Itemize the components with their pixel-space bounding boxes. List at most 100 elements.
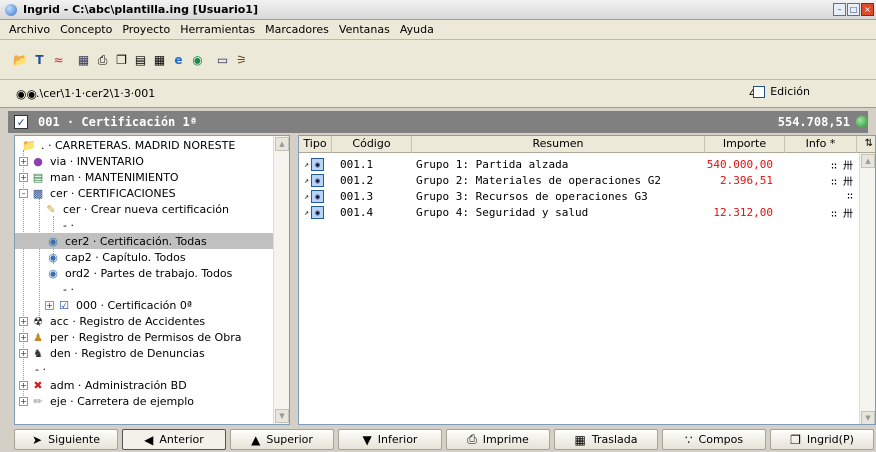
- scroll-down-icon[interactable]: ▼: [861, 411, 875, 424]
- grid-icon[interactable]: ▦: [151, 51, 168, 68]
- menu-marcadores[interactable]: Marcadores: [260, 23, 334, 36]
- pencil-icon: ✏: [33, 394, 43, 408]
- tree-scrollbar[interactable]: ▲ ▼: [273, 136, 289, 424]
- book-icon: ▤: [32, 170, 44, 184]
- tree-item-eje[interactable]: + ✏ eje · Carretera de ejemplo: [19, 393, 194, 409]
- expand-icon[interactable]: +: [45, 300, 54, 310]
- superior-button[interactable]: ▲ Superior: [230, 429, 334, 450]
- maximize-button[interactable]: □: [847, 3, 860, 16]
- screen-icon[interactable]: ▭: [214, 51, 231, 68]
- scroll-up-icon[interactable]: ▲: [861, 154, 875, 168]
- expand-icon[interactable]: +: [19, 380, 28, 390]
- items-table: Tipo Código Resumen Importe Info * ⇅ ↗ ◉…: [298, 135, 876, 425]
- col-tipo[interactable]: Tipo: [299, 136, 332, 153]
- tree-item-000[interactable]: + ☑ 000 · Certificación 0ª: [45, 297, 192, 313]
- text-style-icon[interactable]: T: [31, 51, 48, 68]
- ie-icon[interactable]: e: [170, 51, 187, 68]
- arrow-down-icon: ▼: [362, 432, 372, 447]
- scroll-up-icon[interactable]: ▲: [275, 137, 289, 151]
- menu-ayuda[interactable]: Ayuda: [395, 23, 439, 36]
- table-row[interactable]: ↗ ◉ 001.3 Grupo 3: Recursos de operacion…: [299, 188, 875, 204]
- app-icon: [5, 3, 17, 16]
- tree-icon[interactable]: ▦: [75, 51, 92, 68]
- rainbow-icon[interactable]: ≈: [50, 51, 67, 68]
- layout-icon[interactable]: ▤: [132, 51, 149, 68]
- tree-item-ord2[interactable]: ◉ ord2 · Partes de trabajo. Todos: [45, 265, 232, 281]
- tree-item-per[interactable]: + ♟ per · Registro de Permisos de Obra: [19, 329, 241, 345]
- tree-item-adm[interactable]: + ✖ adm · Administración BD: [19, 377, 187, 393]
- tree-item-den[interactable]: + ♞ den · Registro de Denuncias: [19, 345, 205, 361]
- menu-ventanas[interactable]: Ventanas: [334, 23, 395, 36]
- col-info[interactable]: Info *: [785, 136, 857, 153]
- collapse-icon[interactable]: –: [19, 188, 28, 198]
- info-icons[interactable]: ∷ 卅: [785, 173, 857, 188]
- expand-icon[interactable]: +: [19, 172, 28, 182]
- compos-button[interactable]: ∵ Compos: [662, 429, 766, 450]
- edicion-checkbox[interactable]: [753, 85, 766, 98]
- transfer-icon: ▦: [574, 432, 586, 447]
- globe-icon[interactable]: ◉: [189, 51, 206, 68]
- binoculars-icon[interactable]: ◉◉: [16, 87, 37, 101]
- link-arrow-icon: ↗: [304, 175, 309, 185]
- certification-header: ✓ 001 · Certificación 1ª 554.708,51: [8, 111, 868, 133]
- expand-icon[interactable]: +: [19, 332, 28, 342]
- tree-item-root[interactable]: 📁 . · CARRETERAS. MADRID NORESTE: [21, 137, 235, 153]
- tree-item-separator: - ·: [35, 362, 46, 376]
- table-header: Tipo Código Resumen Importe Info *: [299, 136, 875, 153]
- expand-icon[interactable]: +: [19, 348, 28, 358]
- col-importe[interactable]: Importe: [705, 136, 785, 153]
- globe-status-icon[interactable]: [856, 116, 868, 128]
- menu-concepto[interactable]: Concepto: [55, 23, 117, 36]
- view-icon: ◉: [48, 266, 58, 280]
- arrow-right-icon: ➤: [32, 432, 43, 447]
- tree-item-cer[interactable]: – ▩ cer · CERTIFICACIONES: [19, 185, 176, 201]
- info-icons[interactable]: ∷: [785, 191, 857, 202]
- col-resumen[interactable]: Resumen: [412, 136, 705, 153]
- menu-archivo[interactable]: Archivo: [4, 23, 55, 36]
- tree-item-cer-new[interactable]: ✎ cer · Crear nueva certificación: [43, 201, 229, 217]
- tree-item-man[interactable]: + ▤ man · MANTENIMIENTO: [19, 169, 179, 185]
- current-path: .\cer\1·1·cer2\1·3·001: [36, 87, 156, 100]
- minimize-button[interactable]: –: [833, 3, 846, 16]
- menu-proyecto[interactable]: Proyecto: [117, 23, 175, 36]
- edicion-toggle[interactable]: Edición: [753, 85, 810, 98]
- expand-icon[interactable]: +: [19, 156, 28, 166]
- link-arrow-icon: ↗: [304, 159, 309, 169]
- traslada-button[interactable]: ▦ Traslada: [554, 429, 658, 450]
- open-folder-icon[interactable]: 📂: [12, 51, 29, 68]
- copy-icon[interactable]: ❐: [113, 51, 130, 68]
- new-doc-icon: ✎: [46, 202, 56, 216]
- header-total: 554.708,51: [777, 115, 850, 129]
- edicion-label: Edición: [770, 85, 810, 98]
- table-scrollbar[interactable]: ▲ ▼: [859, 153, 875, 424]
- column-settings-icon[interactable]: ⇅: [865, 138, 873, 149]
- siguiente-button[interactable]: ➤ Siguiente: [14, 429, 118, 450]
- imprime-button[interactable]: ⎙ Imprime: [446, 429, 550, 450]
- hazard-icon: ☢: [33, 314, 43, 328]
- tree-item-acc[interactable]: + ☢ acc · Registro de Accidentes: [19, 313, 205, 329]
- tree-item-via[interactable]: + ● via · INVENTARIO: [19, 153, 144, 169]
- expand-icon[interactable]: +: [19, 396, 28, 406]
- print-icon[interactable]: ⎙: [94, 51, 111, 68]
- expand-icon[interactable]: +: [19, 316, 28, 326]
- crowd-icon: ♞: [33, 346, 43, 360]
- tree-item-separator: - ·: [63, 218, 74, 232]
- info-icons[interactable]: ∷ 卅: [785, 205, 857, 220]
- inferior-button[interactable]: ▼ Inferior: [338, 429, 442, 450]
- info-icons[interactable]: ∷ 卅: [785, 157, 857, 172]
- tree-item-cap2[interactable]: ◉ cap2 · Capítulo. Todos: [45, 249, 185, 265]
- bottom-toolbar: ➤ Siguiente ◀ Anterior ▲ Superior ▼ Infe…: [0, 427, 876, 452]
- tree-item-cer2[interactable]: ◉ cer2 · Certificación. Todas: [15, 233, 273, 249]
- window-controls: – □ ×: [833, 3, 874, 16]
- plugin-icon[interactable]: ⚞: [233, 51, 250, 68]
- col-codigo[interactable]: Código: [332, 136, 412, 153]
- scroll-down-icon[interactable]: ▼: [275, 409, 289, 423]
- close-button[interactable]: ×: [861, 3, 874, 16]
- tools-icon: ✖: [33, 378, 43, 392]
- table-row[interactable]: ↗ ◉ 001.1 Grupo 1: Partida alzada 540.00…: [299, 156, 875, 172]
- ingrid-p-button[interactable]: ❐ Ingrid(P): [770, 429, 874, 450]
- table-row[interactable]: ↗ ◉ 001.4 Grupo 4: Seguridad y salud 12.…: [299, 204, 875, 220]
- table-row[interactable]: ↗ ◉ 001.2 Grupo 2: Materiales de operaci…: [299, 172, 875, 188]
- menu-herramientas[interactable]: Herramientas: [175, 23, 260, 36]
- anterior-button[interactable]: ◀ Anterior: [122, 429, 226, 450]
